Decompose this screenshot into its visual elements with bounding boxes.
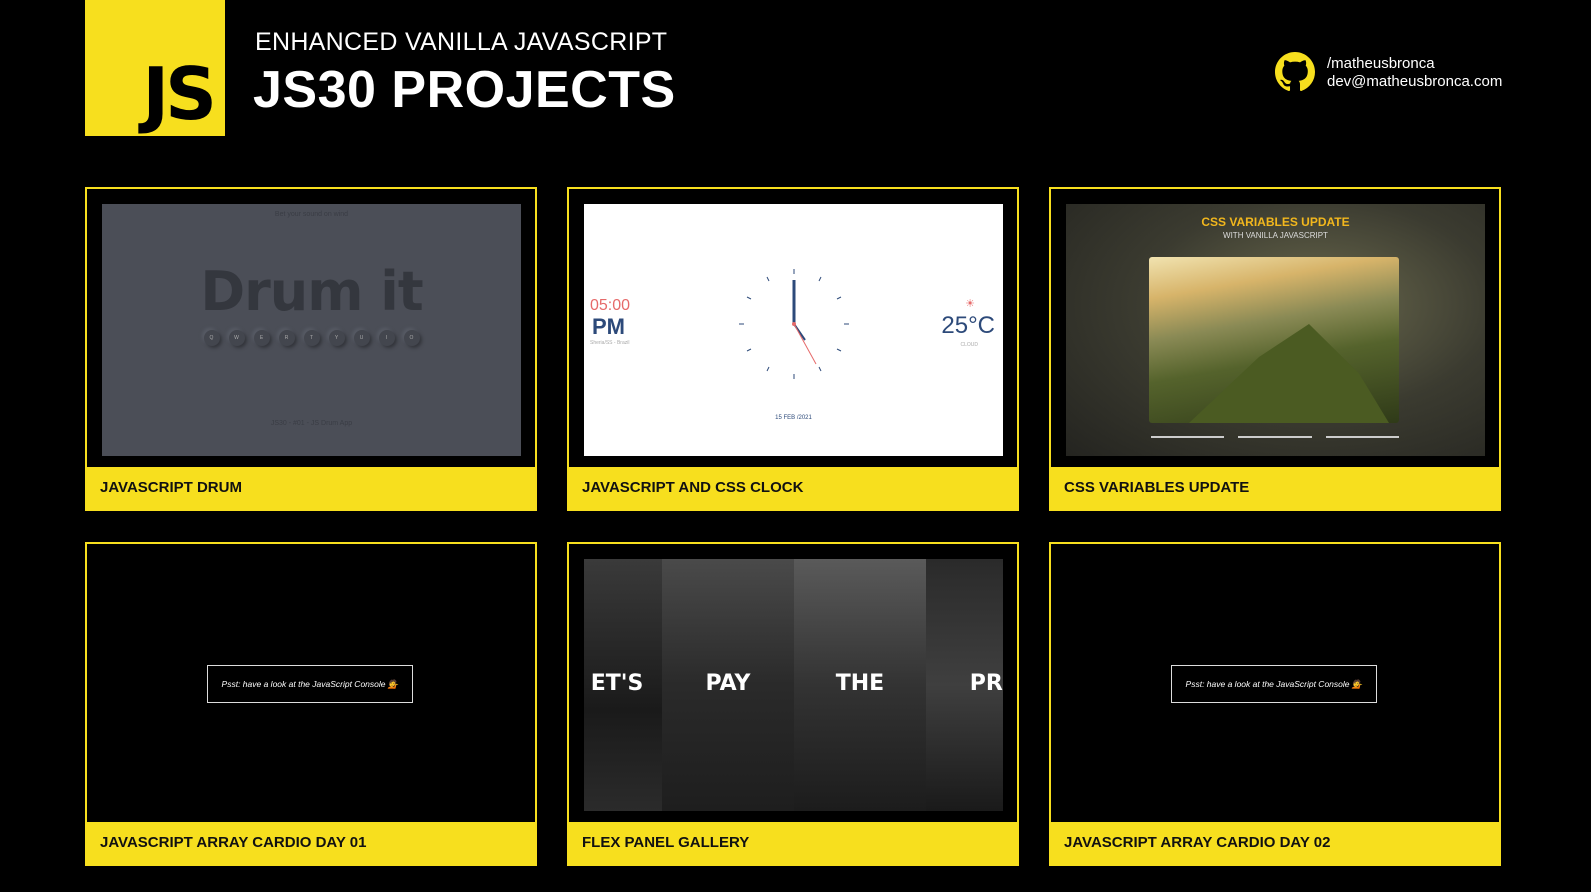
clock-preview: 05:00 PM Sheria/SS - Brazil ☀ 25°C CLOUD… <box>584 204 1003 456</box>
panel-word: THE <box>835 671 885 696</box>
console-message: Psst: have a look at the JavaScript Cons… <box>1171 665 1377 703</box>
project-title: JAVASCRIPT ARRAY CARDIO DAY 01 <box>87 822 535 864</box>
page-kicker: ENHANCED VANILLA JAVASCRIPT <box>255 28 668 56</box>
email-link[interactable]: dev@matheusbronca.com <box>1327 73 1502 91</box>
panel-word: ET'S <box>590 671 644 696</box>
console-message: Psst: have a look at the JavaScript Cons… <box>207 665 413 703</box>
clock-temperature: 25°C <box>941 312 995 339</box>
drum-key: Y <box>328 330 345 346</box>
drum-key: Q <box>203 330 220 346</box>
page-title: JS30 PROJECTS <box>253 61 676 119</box>
drum-key: R <box>278 330 295 346</box>
project-card-flex-panels[interactable]: ET'S PAY THE PRIC FLEX PANEL GALLERY <box>567 542 1019 866</box>
clock-face-icon <box>739 269 849 379</box>
project-title: JAVASCRIPT ARRAY CARDIO DAY 02 <box>1051 822 1499 864</box>
project-card-css-variables[interactable]: CSS VARIABLES UPDATE WITH VANILLA JAVASC… <box>1049 187 1501 511</box>
css-heading: CSS VARIABLES UPDATE <box>1201 215 1350 229</box>
js-logo: JS <box>85 0 225 136</box>
github-icon[interactable] <box>1275 52 1315 92</box>
project-card-drum[interactable]: Bet your sound on wind Drum it Q W E R T… <box>85 187 537 511</box>
mountain-photo <box>1149 257 1399 423</box>
panel-word: PRIC <box>969 671 1003 696</box>
clock-time: 05:00 <box>590 297 631 314</box>
clock-period: PM <box>592 314 625 339</box>
project-title: JAVASCRIPT DRUM <box>87 467 535 509</box>
weather-icon: ☀ <box>965 298 975 310</box>
flex-panels-preview: ET'S PAY THE PRIC <box>584 559 1003 811</box>
github-link[interactable]: /matheusbronca <box>1327 55 1502 73</box>
console-preview: Psst: have a look at the JavaScript Cons… <box>1066 559 1485 811</box>
drum-key: T <box>303 330 320 346</box>
css-sliders <box>1151 432 1399 438</box>
clock-location: Sheria/SS - Brazil <box>590 340 630 346</box>
drum-key: W <box>228 330 245 346</box>
drum-keys: Q W E R T Y U I O <box>102 330 521 346</box>
drum-key: I <box>378 330 395 346</box>
project-title: CSS VARIABLES UPDATE <box>1051 467 1499 509</box>
logo-text: JS <box>142 52 217 136</box>
drum-top-text: Bet your sound on wind <box>274 211 349 218</box>
flex-panel: THE <box>794 559 926 811</box>
project-title: FLEX PANEL GALLERY <box>569 822 1017 864</box>
drum-key: E <box>253 330 270 346</box>
css-variables-preview: CSS VARIABLES UPDATE WITH VANILLA JAVASC… <box>1066 204 1485 456</box>
drum-heading: Drum it <box>200 260 423 323</box>
css-subheading: WITH VANILLA JAVASCRIPT <box>1223 231 1328 240</box>
flex-panel: ET'S <box>584 559 662 811</box>
drum-key: U <box>353 330 370 346</box>
drum-footer: JS30 - #01 - JS Drum App <box>270 420 353 427</box>
contact-info: /matheusbronca dev@matheusbronca.com <box>1327 55 1502 91</box>
clock-date: 15 FEB /2021 <box>775 415 812 421</box>
panel-word: PAY <box>705 671 751 696</box>
drum-key: O <box>403 330 420 346</box>
clock-weather: CLOUD <box>960 342 978 348</box>
project-card-clock[interactable]: 05:00 PM Sheria/SS - Brazil ☀ 25°C CLOUD… <box>567 187 1019 511</box>
drum-preview: Bet your sound on wind Drum it Q W E R T… <box>102 204 521 456</box>
project-title: JAVASCRIPT AND CSS CLOCK <box>569 467 1017 509</box>
project-card-array-cardio-02[interactable]: Psst: have a look at the JavaScript Cons… <box>1049 542 1501 866</box>
flex-panel: PRIC <box>926 559 1003 811</box>
flex-panel: PAY <box>662 559 794 811</box>
project-card-array-cardio-01[interactable]: Psst: have a look at the JavaScript Cons… <box>85 542 537 866</box>
console-preview: Psst: have a look at the JavaScript Cons… <box>102 559 521 811</box>
